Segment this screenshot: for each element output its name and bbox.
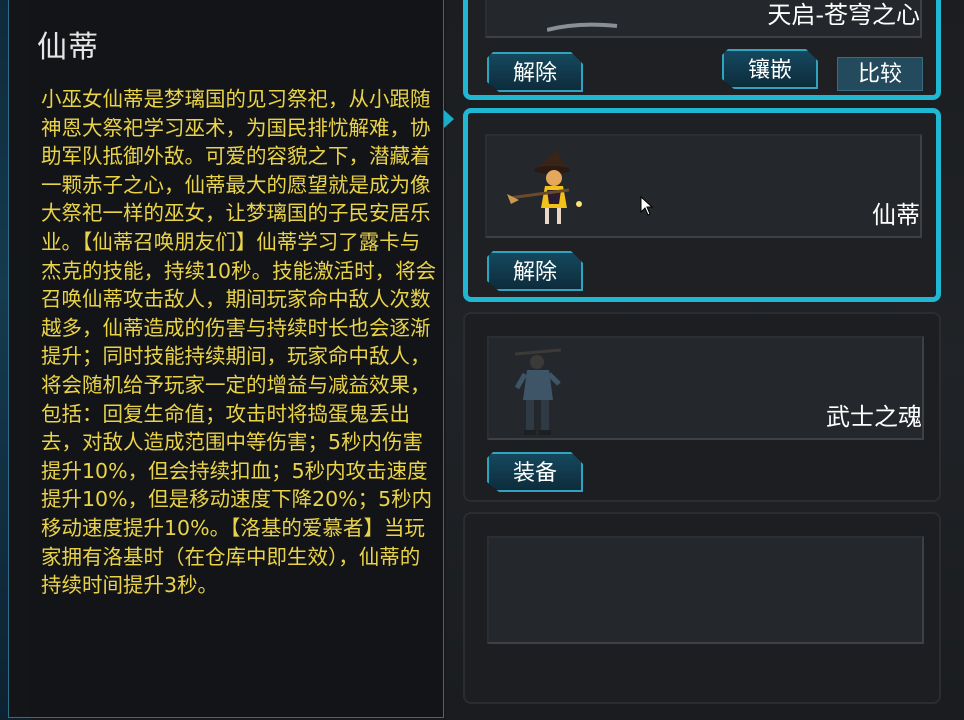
remove-button[interactable]: 解除	[487, 251, 583, 291]
xiandi-character-art	[507, 150, 582, 224]
compare-button[interactable]: 比较	[837, 57, 923, 91]
slot-item-name: 仙蒂	[872, 201, 920, 229]
slot-inner-frame	[487, 536, 924, 644]
remove-button[interactable]: 解除	[487, 52, 583, 92]
equip-button[interactable]: 装备	[487, 452, 583, 492]
slot-tianqi[interactable]: 天启-苍穹之心 解除 镶嵌 比较	[463, 0, 941, 100]
slot-item-name: 武士之魂	[826, 403, 922, 431]
item-art	[547, 22, 618, 32]
inlay-button[interactable]: 镶嵌	[722, 49, 818, 89]
slot-inner-frame: 天启-苍穹之心	[485, 0, 922, 38]
tooltip-title: 仙蒂	[37, 30, 99, 65]
wushi-character-art	[514, 348, 562, 435]
slot-inner-frame: 仙蒂	[485, 134, 922, 238]
mouse-cursor-icon	[640, 196, 654, 216]
slot-empty[interactable]	[463, 512, 941, 704]
item-tooltip: 仙蒂 小巫女仙蒂是梦璃国的见习祭祀，从小跟随神恩大祭祀学习巫术，为国民排忧解难，…	[8, 0, 444, 718]
tooltip-pointer	[444, 110, 454, 128]
slot-xiandi[interactable]: 仙蒂 解除	[463, 108, 941, 302]
slot-wushi[interactable]: 武士之魂 装备	[463, 312, 941, 502]
slot-item-name: 天启-苍穹之心	[767, 1, 920, 29]
slot-inner-frame: 武士之魂	[487, 336, 924, 440]
tooltip-description: 小巫女仙蒂是梦璃国的见习祭祀，从小跟随神恩大祭祀学习巫术，为国民排忧解难，协助军…	[41, 87, 437, 598]
